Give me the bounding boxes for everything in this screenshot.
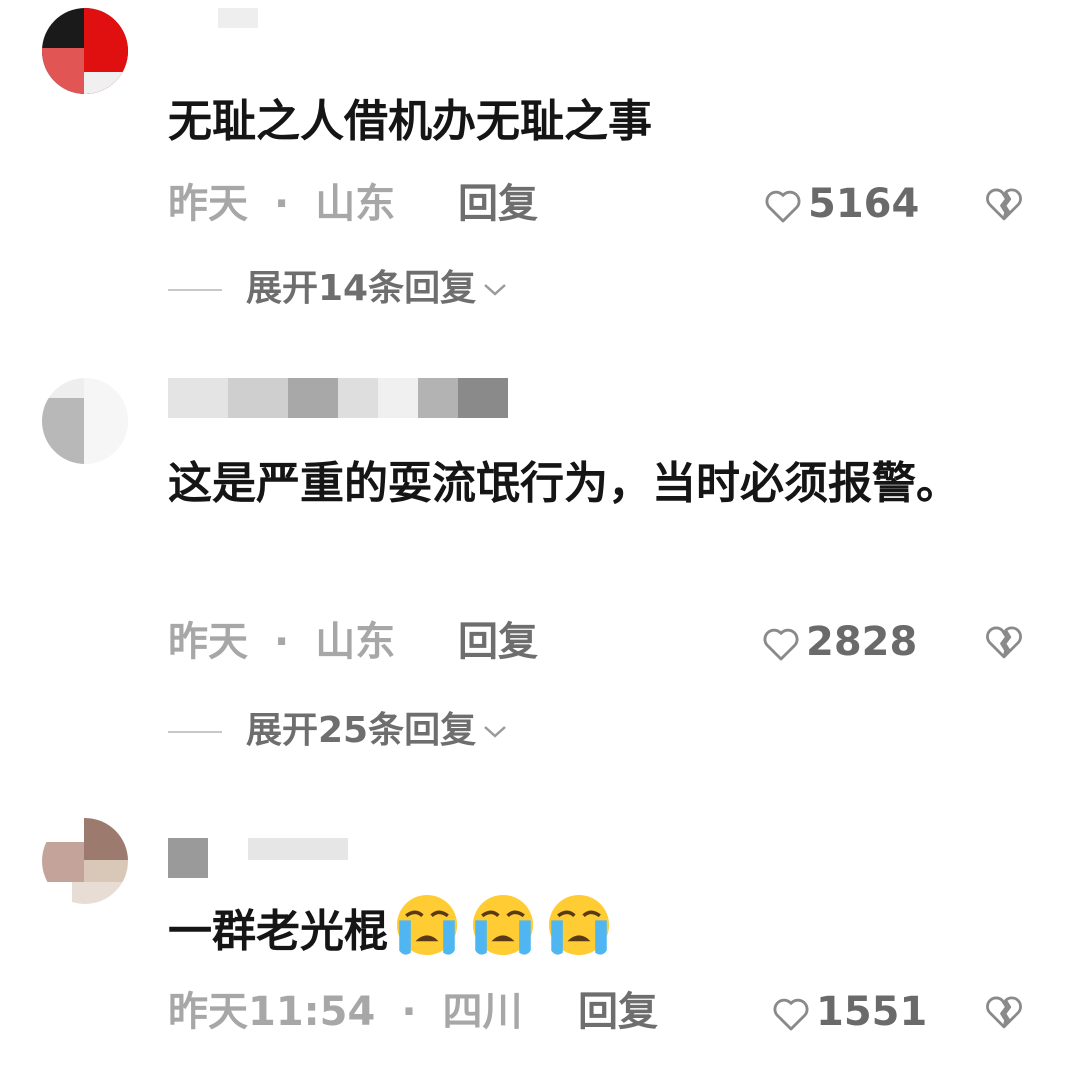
comment-location: 四川 [442, 989, 523, 1035]
comment-time: 昨天11:54 [168, 989, 376, 1035]
loudly-crying-face-icon [396, 894, 458, 956]
comment-text: 一群老光棍 [168, 890, 1028, 966]
chevron-down-icon [484, 284, 506, 296]
expand-replies-button[interactable]: 展开14条回复 [168, 264, 508, 314]
comment-location: 山东 [315, 181, 396, 227]
meta-separator: · [274, 181, 290, 227]
divider [168, 289, 222, 291]
heart-outline-icon [773, 998, 809, 1031]
username-blurred[interactable] [168, 8, 508, 48]
loudly-crying-face-icon [472, 894, 534, 956]
avatar[interactable] [42, 818, 128, 904]
username-blurred[interactable] [168, 838, 508, 878]
like-button[interactable]: 1551 [772, 984, 927, 1040]
comment-meta: 昨天 · 山东 [168, 176, 395, 232]
comment-text: 这是严重的耍流氓行为，当时必须报警。 [168, 458, 960, 509]
username-blurred[interactable] [168, 378, 508, 418]
avatar[interactable] [42, 8, 128, 94]
like-button[interactable]: 2828 [762, 614, 917, 670]
meta-separator: · [401, 989, 417, 1035]
like-count: 5164 [808, 181, 920, 227]
avatar[interactable] [42, 378, 128, 464]
chevron-down-icon [484, 726, 506, 738]
comment-time: 昨天 [168, 619, 248, 665]
loudly-crying-face-icon [548, 894, 610, 956]
broken-heart-icon[interactable] [984, 176, 1024, 232]
expand-label: 展开14条回复 [246, 268, 477, 309]
comment-meta: 昨天 · 山东 [168, 614, 395, 670]
meta-separator: · [274, 619, 290, 665]
comment-time: 昨天 [168, 181, 248, 227]
reply-button[interactable]: 回复 [458, 614, 538, 670]
comment-location: 山东 [315, 619, 396, 665]
broken-heart-icon[interactable] [984, 984, 1024, 1040]
heart-outline-icon [763, 628, 799, 661]
like-button[interactable]: 5164 [764, 176, 919, 232]
comment-text: 无耻之人借机办无耻之事 [168, 96, 652, 147]
reply-button[interactable]: 回复 [578, 984, 658, 1040]
comment-meta: 昨天11:54 · 四川 [168, 984, 523, 1040]
divider [168, 731, 222, 733]
expand-label: 展开25条回复 [246, 710, 477, 751]
like-count: 1551 [816, 989, 928, 1035]
like-count: 2828 [806, 619, 918, 665]
reply-button[interactable]: 回复 [458, 176, 538, 232]
expand-replies-button[interactable]: 展开25条回复 [168, 706, 508, 756]
heart-outline-icon [765, 190, 801, 223]
comment-text-content: 一群老光棍 [168, 906, 388, 957]
broken-heart-icon[interactable] [984, 614, 1024, 670]
